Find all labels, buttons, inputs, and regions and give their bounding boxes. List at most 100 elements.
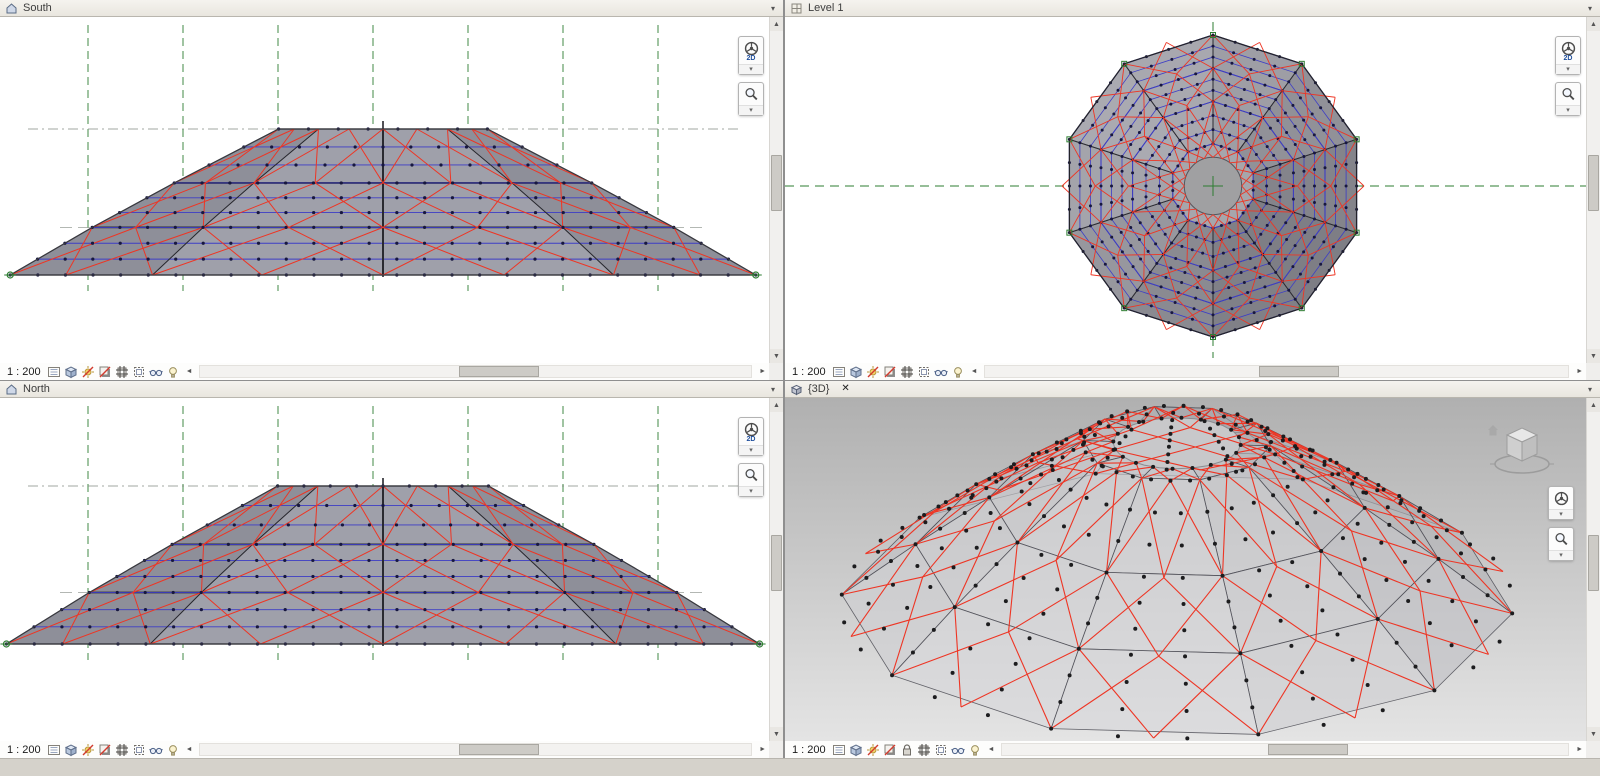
shadows-icon[interactable] — [98, 743, 112, 757]
zoom-tool-button[interactable]: ▾ — [738, 463, 764, 497]
wheel-options-arrow[interactable]: ▾ — [1549, 509, 1573, 519]
scale-label[interactable]: 1 : 200 — [7, 744, 41, 756]
vertical-scroll-thumb[interactable] — [1588, 535, 1599, 592]
scroll-left-button[interactable]: ◄ — [985, 746, 998, 753]
shadows-icon[interactable] — [883, 743, 897, 757]
vertical-scrollbar[interactable]: ▲ ▼ — [769, 398, 783, 741]
vertical-scroll-thumb[interactable] — [1588, 155, 1599, 212]
temporary-hide-isolate-icon[interactable] — [933, 365, 948, 379]
detail-level-icon[interactable] — [47, 365, 61, 379]
scroll-down-button[interactable]: ▼ — [1587, 349, 1600, 363]
crop-view-icon[interactable] — [115, 365, 129, 379]
reveal-hidden-elements-icon[interactable] — [951, 365, 965, 379]
view-titlebar-level1[interactable]: Level 1 ▾ — [785, 0, 1600, 17]
horizontal-scrollbar[interactable] — [198, 365, 753, 378]
show-crop-region-icon[interactable] — [132, 743, 146, 757]
sun-path-icon[interactable] — [866, 365, 880, 379]
visual-style-icon[interactable] — [64, 365, 78, 379]
visual-style-icon[interactable] — [849, 743, 863, 757]
temporary-hide-isolate-icon[interactable] — [148, 743, 163, 757]
scroll-down-button[interactable]: ▼ — [770, 349, 783, 363]
view-titlebar-3d[interactable]: {3D} ✕ ▾ — [785, 381, 1600, 398]
zoom-options-arrow[interactable]: ▾ — [1556, 105, 1580, 115]
scale-label[interactable]: 1 : 200 — [792, 744, 826, 756]
scroll-right-button[interactable]: ► — [1573, 746, 1586, 753]
titlebar-menu-arrow[interactable]: ▾ — [771, 385, 778, 394]
horizontal-scroll-thumb[interactable] — [458, 366, 539, 377]
scroll-up-button[interactable]: ▲ — [770, 398, 783, 412]
view-canvas-south[interactable]: 2D ▾ ▾ — [0, 17, 769, 363]
crop-view-icon[interactable] — [115, 743, 129, 757]
show-crop-region-icon[interactable] — [934, 743, 948, 757]
scroll-up-button[interactable]: ▲ — [1587, 398, 1600, 412]
wheel-options-arrow[interactable]: ▾ — [739, 64, 763, 74]
reveal-hidden-elements-icon[interactable] — [166, 365, 180, 379]
horizontal-scroll-thumb[interactable] — [1267, 744, 1348, 755]
scroll-down-button[interactable]: ▼ — [1587, 727, 1600, 741]
navigation-wheel-button[interactable]: 2D ▾ — [738, 36, 764, 75]
scroll-down-button[interactable]: ▼ — [770, 727, 783, 741]
view-titlebar-north[interactable]: North ▾ — [0, 381, 783, 398]
scroll-right-button[interactable]: ► — [1573, 368, 1586, 375]
scroll-up-button[interactable]: ▲ — [770, 17, 783, 31]
temporary-hide-isolate-icon[interactable] — [148, 365, 163, 379]
view-control-icons — [47, 743, 180, 757]
temporary-hide-isolate-icon[interactable] — [950, 743, 965, 757]
view-canvas-3d[interactable]: ▾ ▾ — [785, 398, 1586, 741]
zoom-options-arrow[interactable]: ▾ — [1549, 550, 1573, 560]
wheel-options-arrow[interactable]: ▾ — [1556, 64, 1580, 74]
show-crop-region-icon[interactable] — [917, 365, 931, 379]
scale-label[interactable]: 1 : 200 — [7, 366, 41, 378]
shadows-icon[interactable] — [883, 365, 897, 379]
reveal-hidden-elements-icon[interactable] — [968, 743, 982, 757]
reveal-hidden-elements-icon[interactable] — [166, 743, 180, 757]
scale-label[interactable]: 1 : 200 — [792, 366, 826, 378]
view-titlebar-south[interactable]: South ▾ — [0, 0, 783, 17]
crop-view-icon[interactable] — [900, 365, 914, 379]
vertical-scrollbar[interactable]: ▲ ▼ — [1586, 17, 1600, 363]
vertical-scroll-thumb[interactable] — [771, 155, 782, 212]
vertical-scrollbar[interactable]: ▲ ▼ — [769, 17, 783, 363]
titlebar-menu-arrow[interactable]: ▾ — [771, 4, 778, 13]
navigation-wheel-button[interactable]: ▾ — [1548, 486, 1574, 520]
scroll-left-button[interactable]: ◄ — [183, 746, 196, 753]
close-view-button[interactable]: ✕ — [841, 384, 849, 394]
scroll-left-button[interactable]: ◄ — [968, 368, 981, 375]
scroll-left-button[interactable]: ◄ — [183, 368, 196, 375]
visual-style-icon[interactable] — [849, 365, 863, 379]
horizontal-scrollbar[interactable] — [983, 365, 1570, 378]
horizontal-scrollbar[interactable] — [198, 743, 753, 756]
sun-path-icon[interactable] — [81, 743, 95, 757]
view-canvas-north[interactable]: 2D ▾ ▾ — [0, 398, 769, 741]
scroll-right-button[interactable]: ► — [756, 746, 769, 753]
detail-level-icon[interactable] — [47, 743, 61, 757]
zoom-options-arrow[interactable]: ▾ — [739, 486, 763, 496]
horizontal-scrollbar[interactable] — [1000, 743, 1570, 756]
navigation-wheel-button[interactable]: 2D ▾ — [1555, 36, 1581, 75]
vertical-scrollbar[interactable]: ▲ ▼ — [1586, 398, 1600, 741]
visual-style-icon[interactable] — [64, 743, 78, 757]
vertical-scroll-thumb[interactable] — [771, 535, 782, 592]
navigation-wheel-button[interactable]: 2D ▾ — [738, 417, 764, 456]
titlebar-menu-arrow[interactable]: ▾ — [1588, 385, 1595, 394]
horizontal-scroll-thumb[interactable] — [1258, 366, 1339, 377]
zoom-tool-button[interactable]: ▾ — [1548, 527, 1574, 561]
view-canvas-level1[interactable]: 2D ▾ ▾ — [785, 17, 1586, 363]
zoom-tool-button[interactable]: ▾ — [1555, 82, 1581, 116]
zoom-options-arrow[interactable]: ▾ — [739, 105, 763, 115]
horizontal-scroll-thumb[interactable] — [458, 744, 539, 755]
lock-3d-view-icon[interactable] — [900, 743, 914, 757]
scroll-up-button[interactable]: ▲ — [1587, 17, 1600, 31]
sun-path-icon[interactable] — [81, 365, 95, 379]
scroll-right-button[interactable]: ► — [756, 368, 769, 375]
show-crop-region-icon[interactable] — [132, 365, 146, 379]
shadows-icon[interactable] — [98, 365, 112, 379]
view-cube[interactable] — [1482, 414, 1558, 487]
sun-path-icon[interactable] — [866, 743, 880, 757]
titlebar-menu-arrow[interactable]: ▾ — [1588, 4, 1595, 13]
crop-view-icon[interactable] — [917, 743, 931, 757]
zoom-tool-button[interactable]: ▾ — [738, 82, 764, 116]
detail-level-icon[interactable] — [832, 365, 846, 379]
detail-level-icon[interactable] — [832, 743, 846, 757]
wheel-options-arrow[interactable]: ▾ — [739, 445, 763, 455]
